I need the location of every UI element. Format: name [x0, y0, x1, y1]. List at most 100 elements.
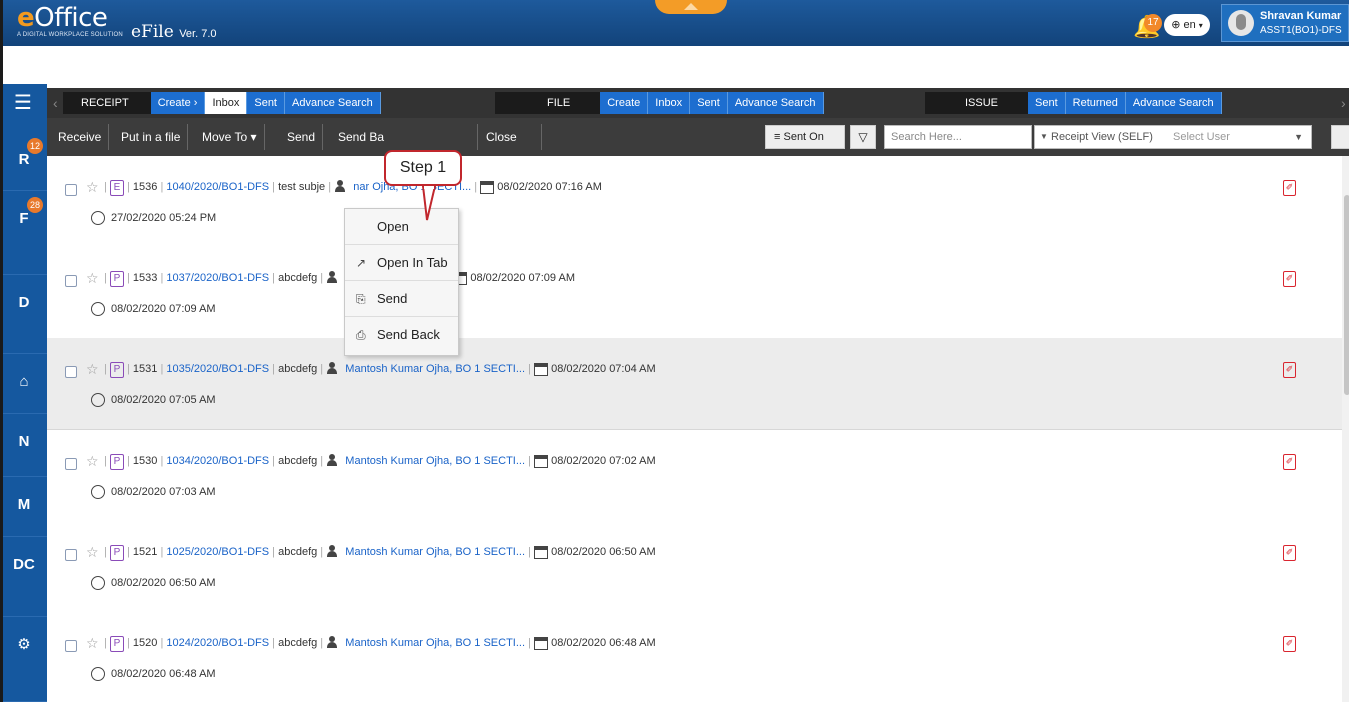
avatar — [1228, 10, 1254, 36]
sidebar-item-file[interactable]: F 28 — [3, 191, 47, 275]
receipt-type-badge: P — [109, 362, 124, 378]
receipt-list: ☆ | E | 1536 | 1040/2020/BO1-DFS | test s… — [47, 156, 1342, 702]
pdf-icon[interactable]: ✐ — [1283, 545, 1296, 561]
star-icon[interactable]: ☆ — [86, 361, 99, 378]
receipt-number-link[interactable]: 1040/2020/BO1-DFS — [166, 181, 269, 193]
app-title: eFile Ver. 7.0 — [131, 22, 217, 42]
row-checkbox[interactable] — [65, 366, 77, 378]
issue-tab-returned[interactable]: Returned — [1065, 92, 1126, 114]
close-button[interactable]: Close — [477, 124, 542, 150]
pdf-icon[interactable]: ✐ — [1283, 362, 1296, 378]
separator: | — [269, 363, 279, 375]
language-selector[interactable]: ⊕ en ▾ — [1164, 14, 1210, 36]
receipt-view-label: Receipt View (SELF) — [1051, 131, 1153, 143]
separator: | — [471, 181, 481, 193]
row-checkbox[interactable] — [65, 458, 77, 470]
context-menu-open[interactable]: Open — [345, 209, 458, 245]
list-item[interactable]: ☆ | P | 1533 | 1037/2020/BO1-DFS | abcdef… — [47, 247, 1342, 339]
issue-tab-advance-search[interactable]: Advance Search — [1125, 92, 1222, 114]
receipt-number-link[interactable]: 1024/2020/BO1-DFS — [166, 637, 269, 649]
separator: | — [123, 455, 133, 467]
move-to-button[interactable]: Move To ▾ — [195, 124, 265, 150]
sender-link[interactable]: Mantosh Kumar Ojha, BO 1 SECTI... — [345, 546, 525, 558]
sent-on-date: 08/02/2020 07:09 AM — [470, 272, 575, 284]
receipt-id: 1530 — [132, 455, 158, 467]
list-item[interactable]: ☆ | E | 1536 | 1040/2020/BO1-DFS | test s… — [47, 156, 1342, 248]
chevron-right-icon[interactable]: › — [1341, 92, 1349, 114]
receipt-tab-create[interactable]: Create › — [150, 92, 206, 114]
receipt-number-link[interactable]: 1034/2020/BO1-DFS — [166, 455, 269, 467]
list-item[interactable]: ☆ | P | 1531 | 1035/2020/BO1-DFS | abcdef… — [47, 338, 1342, 430]
file-tab-sent[interactable]: Sent — [690, 92, 728, 114]
sidebar-item-dak[interactable]: D — [3, 275, 47, 354]
sender-link[interactable]: Mantosh Kumar Ojha, BO 1 SECTI... — [345, 363, 525, 375]
file-tab-advance-search[interactable]: Advance Search — [727, 92, 824, 114]
receipt-number-link[interactable]: 1025/2020/BO1-DFS — [166, 546, 269, 558]
sender-link[interactable]: Mantosh Kumar Ojha, BO 1 SECTI... — [345, 455, 525, 467]
pdf-icon[interactable]: ✐ — [1283, 271, 1296, 287]
sidebar-item-receipt[interactable]: R 12 — [3, 132, 47, 191]
send-button[interactable]: Send — [280, 124, 324, 150]
file-tab-inbox[interactable]: Inbox — [648, 92, 691, 114]
list-item[interactable]: ☆ | P | 1520 | 1024/2020/BO1-DFS | abcdef… — [47, 612, 1342, 702]
receipt-type-badge: P — [109, 636, 124, 652]
star-icon[interactable]: ☆ — [86, 635, 99, 652]
row-checkbox[interactable] — [65, 549, 77, 561]
sidebar-item-home[interactable]: ⌂ — [3, 354, 47, 414]
send-back-button[interactable]: Send Ba — [331, 124, 391, 150]
user-role: ASST1(BO1)-DFS — [1260, 25, 1342, 36]
pdf-icon[interactable]: ✐ — [1283, 180, 1296, 196]
calendar-icon — [534, 636, 549, 650]
pdf-icon[interactable]: ✐ — [1283, 454, 1296, 470]
receipt-number-link[interactable]: 1035/2020/BO1-DFS — [166, 363, 269, 375]
user-menu[interactable]: Shravan Kumar ASST1(BO1)-DFS — [1221, 4, 1349, 42]
receive-button[interactable]: Receive — [51, 124, 110, 150]
list-item[interactable]: ☆ | P | 1530 | 1034/2020/BO1-DFS | abcdef… — [47, 430, 1342, 522]
context-menu-open-in-tab[interactable]: ↗ Open In Tab — [345, 245, 458, 281]
issue-tab-sent[interactable]: Sent — [1028, 92, 1066, 114]
user-name: Shravan Kumar — [1260, 10, 1342, 22]
separator: | — [269, 455, 279, 467]
receipt-number-link[interactable]: 1037/2020/BO1-DFS — [166, 272, 269, 284]
sender-icon — [326, 362, 342, 376]
row-checkbox[interactable] — [65, 184, 77, 196]
star-icon[interactable]: ☆ — [86, 179, 99, 196]
receipt-view-select[interactable]: ▼ Receipt View (SELF) Select User ▼ — [1034, 125, 1312, 149]
chevron-left-icon[interactable]: ‹ — [53, 92, 63, 114]
star-icon[interactable]: ☆ — [86, 270, 99, 287]
sender-link[interactable]: Mantosh Kumar Ojha, BO 1 SECTI... — [345, 637, 525, 649]
receipt-tab-sent[interactable]: Sent — [247, 92, 285, 114]
receipt-subject: abcdefg — [278, 637, 318, 649]
expand-header-tab[interactable] — [655, 0, 727, 14]
issue-module-label: ISSUE — [925, 92, 1029, 114]
pdf-icon[interactable]: ✐ — [1283, 636, 1296, 652]
module-bar: ‹ RECEIPT Create › Inbox Sent Advance Se… — [47, 88, 1349, 118]
grid-view-icon[interactable] — [1331, 125, 1349, 149]
sidebar-item-admin[interactable]: ⚙ — [3, 617, 47, 702]
clock-icon — [91, 211, 105, 225]
row-checkbox[interactable] — [65, 275, 77, 287]
scrollbar-thumb[interactable] — [1344, 195, 1349, 395]
star-icon[interactable]: ☆ — [86, 544, 99, 561]
eoffice-logo[interactable]: eOffice A DIGITAL WORKPLACE SOLUTION — [17, 4, 123, 38]
star-icon[interactable]: ☆ — [86, 453, 99, 470]
put-in-file-button[interactable]: Put in a file — [114, 124, 189, 150]
context-menu: Open ↗ Open In Tab ⎘ Send ⎙ Send Back — [344, 208, 459, 356]
context-menu-send[interactable]: ⎘ Send — [345, 281, 458, 317]
context-menu-send-back[interactable]: ⎙ Send Back — [345, 317, 458, 353]
sidebar-item-mail[interactable]: M — [3, 477, 47, 537]
separator: | — [269, 637, 279, 649]
hamburger-menu-icon[interactable]: ☰ — [11, 92, 35, 114]
filter-icon[interactable]: ▽ — [850, 125, 876, 149]
row-checkbox[interactable] — [65, 640, 77, 652]
sort-sent-on-button[interactable]: ≡ Sent On — [765, 125, 845, 149]
receipt-tab-advance-search[interactable]: Advance Search — [285, 92, 381, 114]
search-input[interactable]: Search Here... — [884, 125, 1032, 149]
sidebar-item-document[interactable]: DC — [3, 537, 47, 617]
receipt-tab-inbox[interactable]: Inbox — [205, 92, 248, 114]
file-tab-create[interactable]: Create — [600, 92, 649, 114]
receipt-id: 1520 — [132, 637, 158, 649]
list-item[interactable]: ☆ | P | 1521 | 1025/2020/BO1-DFS | abcdef… — [47, 521, 1342, 613]
sidebar-item-note[interactable]: N — [3, 414, 47, 477]
separator: | — [123, 181, 133, 193]
